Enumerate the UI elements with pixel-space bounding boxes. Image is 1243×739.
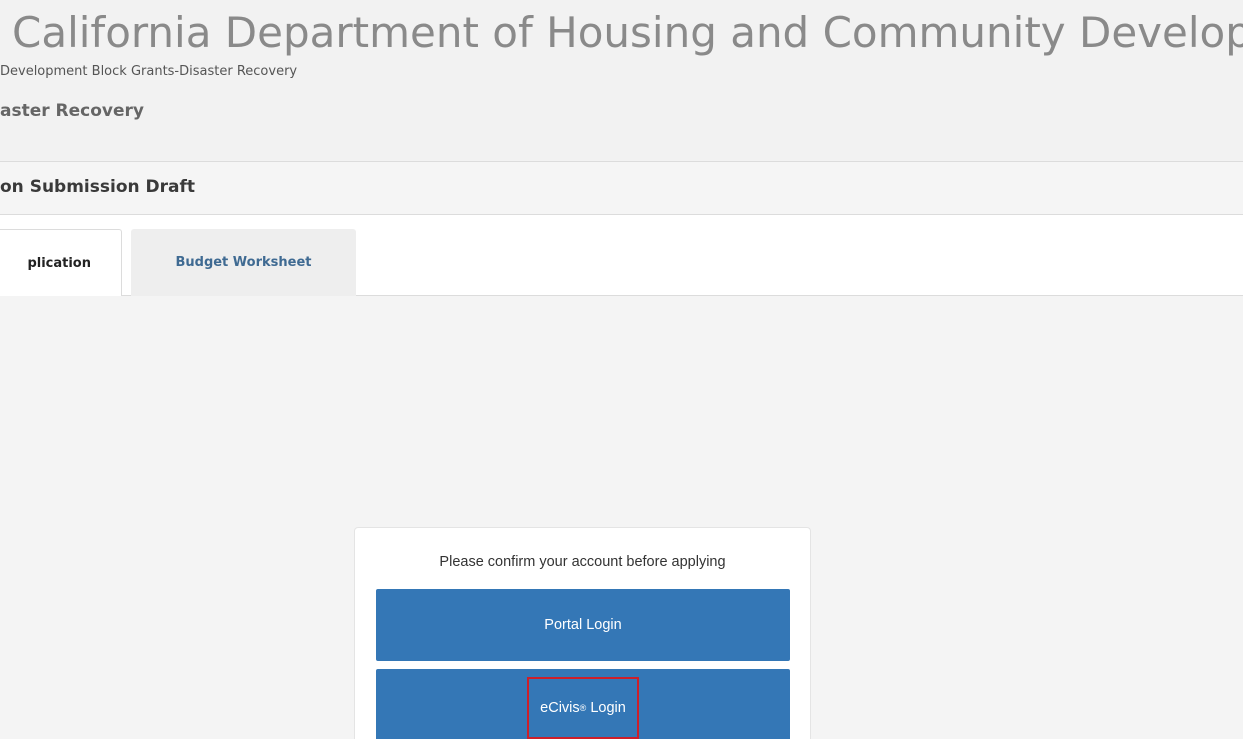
login-panel: Please confirm your account before apply…	[354, 527, 811, 739]
portal-login-button[interactable]: Portal Login	[376, 589, 790, 661]
program-subtitle: Development Block Grants-Disaster Recove…	[0, 64, 298, 79]
tab-application[interactable]: plication	[0, 229, 122, 297]
ecivis-login-button[interactable]: eCivis ® Login	[376, 669, 790, 739]
draft-title: on Submission Draft	[0, 177, 196, 197]
login-prompt: Please confirm your account before apply…	[439, 554, 726, 570]
page-root: California Department of Housing and Com…	[0, 0, 1243, 739]
agency-title: California Department of Housing and Com…	[12, 8, 1243, 57]
tabs-bar: plication Budget Worksheet	[0, 215, 1243, 297]
portal-login-label: Portal Login	[544, 617, 622, 633]
tab-budget-worksheet[interactable]: Budget Worksheet	[131, 229, 356, 296]
ecivis-brand: eCivis	[540, 700, 580, 716]
ecivis-login-highlight: eCivis ® Login	[527, 677, 639, 739]
program-name: aster Recovery	[0, 101, 145, 121]
ecivis-login-label: Login	[590, 700, 626, 716]
draft-bar: on Submission Draft	[0, 161, 1243, 215]
page-header: California Department of Housing and Com…	[0, 0, 1243, 161]
tab-application-label: plication	[27, 255, 91, 271]
tab-budget-worksheet-label: Budget Worksheet	[175, 255, 312, 270]
